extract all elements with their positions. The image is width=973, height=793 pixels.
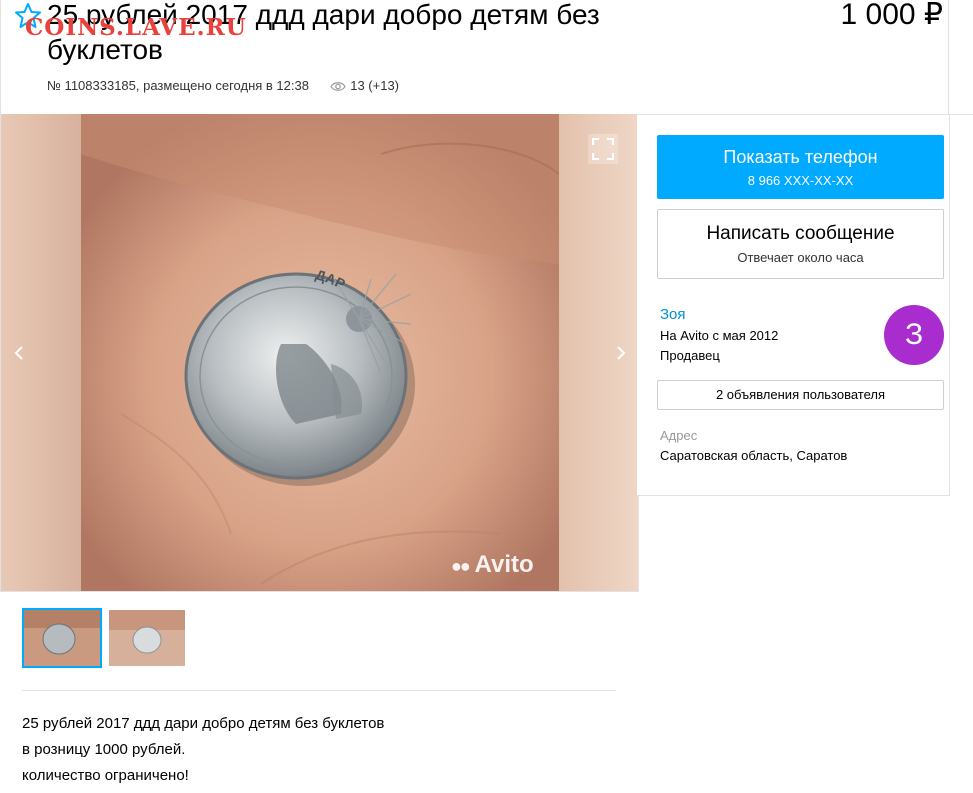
fullscreen-expand-icon[interactable]: [588, 134, 618, 164]
description-line: количество ограничено!: [22, 767, 189, 784]
seller-name-link[interactable]: Зоя: [660, 306, 686, 323]
seller-avatar[interactable]: З: [884, 305, 944, 365]
eye-icon: [330, 82, 346, 91]
prev-photo-chevron-left-icon[interactable]: [9, 340, 29, 366]
thumbnail-1[interactable]: [22, 608, 102, 668]
listing-description: 25 рублей 2017 ддд дари добро детям без …: [22, 711, 384, 789]
address-value: Саратовская область, Саратов: [660, 448, 848, 463]
header-divider-right: [948, 0, 949, 114]
header-divider-left: [0, 0, 1, 114]
response-time: Отвечает около часа: [737, 250, 864, 265]
coin-photo-illustration: ДАРИ ДОБРО ДЕТЯМ: [81, 114, 559, 591]
description-line: в розницу 1000 рублей.: [22, 741, 186, 758]
show-phone-button[interactable]: Показать телефон 8 966 XXX-XX-XX: [657, 135, 944, 199]
thumbnail-2[interactable]: [109, 610, 185, 666]
main-photo[interactable]: ДАРИ ДОБРО ДЕТЯМ: [81, 114, 559, 591]
contact-sidebar: Показать телефон 8 966 XXX-XX-XX Написат…: [637, 114, 950, 496]
seller-since: На Avito с мая 2012: [660, 328, 779, 343]
thumbnail-2-image: [109, 610, 185, 666]
thumbnail-1-image: [24, 610, 100, 666]
listing-header: 25 рублей 2017 ддд дари добро детям без …: [0, 0, 973, 115]
section-divider: [22, 690, 616, 691]
listing-price: 1 000 ₽: [840, 0, 944, 31]
send-message-label: Написать сообщение: [706, 223, 895, 244]
site-watermark: COINS.LAVE.RU: [25, 14, 247, 41]
masked-phone-number: 8 966 XXX-XX-XX: [747, 173, 854, 188]
avito-watermark: ●● Avito: [451, 551, 534, 578]
seller-role: Продавец: [660, 348, 720, 363]
seller-ads-button[interactable]: 2 объявления пользователя: [657, 380, 944, 410]
photo-gallery: ДАРИ ДОБРО ДЕТЯМ ●● Avito: [0, 114, 639, 592]
address-label: Адрес: [660, 428, 698, 443]
send-message-button[interactable]: Написать сообщение Отвечает около часа: [657, 209, 944, 279]
view-count: 13 (+13): [350, 78, 400, 93]
listing-meta: № 1108333185, размещено сегодня в 12:38 …: [47, 78, 399, 93]
listing-number-date: № 1108333185, размещено сегодня в 12:38: [47, 78, 309, 93]
next-photo-chevron-right-icon[interactable]: [611, 340, 631, 366]
avito-dots-icon: ●●: [451, 556, 471, 576]
show-phone-label: Показать телефон: [723, 147, 878, 167]
description-line: 25 рублей 2017 ддд дари добро детям без …: [22, 715, 385, 732]
